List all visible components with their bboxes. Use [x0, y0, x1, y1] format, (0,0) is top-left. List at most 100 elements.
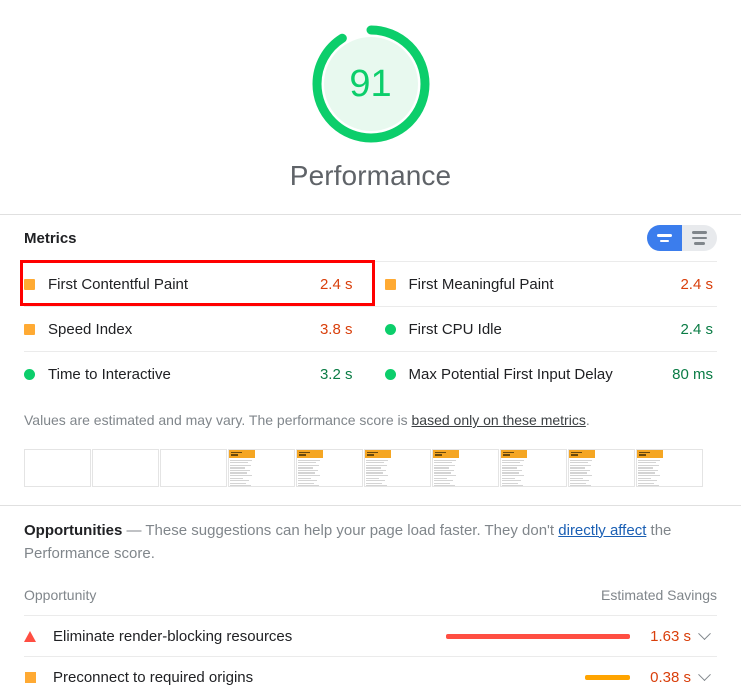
metric-row[interactable]: Max Potential First Input Delay 80 ms	[370, 351, 717, 396]
frame-text-line	[366, 464, 387, 466]
frame-text-line	[570, 472, 587, 474]
savings-bar	[585, 674, 630, 680]
frame-text-line	[366, 467, 381, 469]
frame-text-line	[230, 480, 249, 482]
frame-text-line	[298, 469, 318, 472]
frame-banner-line	[571, 451, 582, 454]
opportunities-table-body: Eliminate render-blocking resources 1.63 …	[24, 615, 717, 697]
frame-banner-line	[639, 454, 646, 456]
opportunities-dash: —	[126, 521, 142, 539]
opportunities-description: Opportunities — These suggestions can he…	[24, 506, 717, 566]
metric-row[interactable]: Time to Interactive 3.2 s	[24, 351, 371, 396]
opportunity-row[interactable]: Preconnect to required origins 0.38 s	[24, 656, 717, 697]
frame-banner	[433, 449, 459, 458]
metric-name: First CPU Idle	[408, 320, 502, 338]
frame-page-preview	[433, 449, 459, 486]
metrics-view-toggle[interactable]	[647, 225, 717, 251]
metric-value: 2.4 s	[680, 275, 713, 293]
savings-bar-track	[442, 633, 630, 639]
filmstrip-frame	[636, 448, 703, 487]
footnote-text-pre: Values are estimated and may vary. The p…	[24, 412, 412, 428]
filmstrip-frame	[364, 448, 431, 487]
frame-text-line	[638, 467, 653, 469]
toggle-line	[694, 242, 705, 245]
frame-text-line	[366, 480, 385, 482]
frame-text-line	[502, 469, 522, 472]
metric-row[interactable]: First Contentful Paint 2.4 s	[24, 261, 371, 306]
chevron-shape	[697, 626, 711, 640]
metric-value: 2.4 s	[680, 320, 713, 338]
frame-text-line	[230, 467, 245, 469]
metrics-doc-link[interactable]: based only on these metrics	[412, 412, 586, 428]
frame-text-line	[638, 477, 651, 479]
frame-text-line	[434, 480, 453, 482]
frame-text-line	[638, 480, 657, 482]
filmstrip-thumbnails	[24, 431, 717, 487]
frame-text-line	[570, 464, 591, 466]
frame-text-lines	[297, 458, 323, 486]
col-header-estimated-savings: Estimated Savings	[601, 587, 717, 604]
metrics-header: Metrics	[24, 215, 717, 261]
opportunities-section: Opportunities — These suggestions can he…	[0, 504, 741, 698]
icon-shape	[24, 671, 36, 683]
metric-value: 2.4 s	[319, 275, 353, 293]
frame-text-line	[570, 469, 590, 472]
frame-text-line	[366, 469, 386, 472]
frame-text-line	[638, 469, 658, 472]
frame-text-lines	[365, 458, 391, 486]
frame-text-line	[366, 485, 387, 486]
frame-text-line	[570, 462, 588, 464]
frame-banner-line	[299, 454, 306, 456]
metrics-title: Metrics	[24, 229, 77, 247]
frame-text-line	[434, 482, 450, 484]
square-warning-icon	[24, 278, 35, 290]
chevron-down-icon[interactable]	[691, 667, 717, 682]
chevron-shape	[697, 667, 711, 681]
directly-affect-link[interactable]: directly affect	[558, 522, 646, 539]
frame-text-line	[366, 482, 382, 484]
list-view-icon[interactable]	[682, 225, 717, 251]
frame-text-lines	[229, 458, 255, 486]
frame-text-line	[366, 472, 383, 474]
frame-text-line	[366, 462, 384, 464]
circle-pass-icon	[384, 368, 396, 380]
frame-text-line	[434, 464, 455, 466]
frame-text-line	[638, 462, 656, 464]
frame-text-line	[230, 475, 252, 477]
frame-banner	[637, 449, 663, 458]
metric-row[interactable]: First Meaningful Paint 2.4 s	[370, 261, 717, 306]
frame-text-line	[502, 462, 520, 464]
metric-value: 3.2 s	[319, 365, 353, 383]
frame-text-line	[298, 485, 319, 486]
opportunity-row[interactable]: Eliminate render-blocking resources 1.63 …	[24, 615, 717, 656]
frame-text-line	[638, 472, 655, 474]
filmstrip-frame	[92, 448, 159, 487]
frame-banner-line	[503, 451, 514, 454]
chevron-down-icon[interactable]	[691, 626, 717, 641]
frame-banner-line	[231, 454, 238, 456]
opportunities-table-header: Opportunity Estimated Savings	[24, 575, 717, 615]
circle-pass-icon	[24, 368, 35, 380]
frame-text-line	[298, 467, 313, 469]
frame-text-line	[298, 472, 315, 474]
opportunities-desc-pre: These suggestions can help your page loa…	[141, 521, 559, 539]
filmstrip-frame	[24, 448, 91, 487]
frame-text-line	[298, 480, 317, 482]
frame-text-line	[638, 475, 660, 477]
frame-text-line	[434, 469, 454, 472]
frame-text-line	[230, 459, 252, 461]
metric-name: First Meaningful Paint	[408, 275, 554, 293]
triangle-error-icon	[24, 630, 36, 642]
metric-value: 80 ms	[672, 365, 713, 383]
frame-banner	[365, 449, 391, 458]
opportunity-name: Eliminate render-blocking resources	[53, 627, 293, 645]
frame-text-line	[366, 459, 388, 461]
frame-text-lines	[637, 458, 663, 486]
metric-row[interactable]: First CPU Idle 2.4 s	[370, 306, 717, 351]
frame-banner-line	[639, 451, 650, 454]
frame-text-line	[230, 462, 248, 464]
metric-row[interactable]: Speed Index 3.8 s	[24, 306, 371, 351]
filmstrip-view-icon[interactable]	[647, 225, 682, 251]
frame-page-preview	[637, 449, 663, 486]
opportunities-heading: Opportunities	[24, 521, 123, 539]
